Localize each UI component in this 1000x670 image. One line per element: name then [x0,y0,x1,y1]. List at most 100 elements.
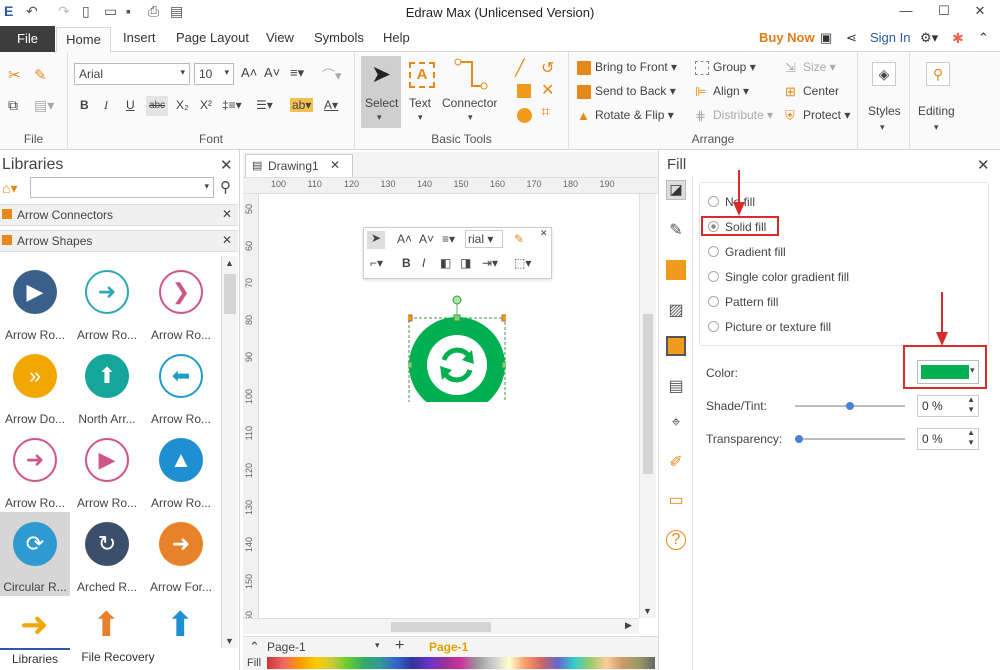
library-shape-item[interactable]: ⬅ Arrow Ro... [146,344,216,428]
styles-group[interactable]: ◈ Styles ▾ [858,52,910,150]
fill-icon[interactable]: ◪ [666,180,686,200]
tab-help[interactable]: Help [383,30,410,45]
libraries-bottom-tab[interactable]: Libraries [0,648,70,670]
size-button[interactable]: ⇲ Size ▾ [785,60,836,75]
library-search-input[interactable]: ▾ [30,177,214,198]
select-tool[interactable]: ➤ Select ▾ [361,56,401,128]
bullets-icon[interactable]: ☰▾ [256,98,273,112]
collapse-ribbon-icon[interactable]: ⌃ [978,30,989,46]
center-button[interactable]: ⊞ Center [785,84,839,99]
tab-view[interactable]: View [266,30,294,45]
buy-now-link[interactable]: Buy Now [759,30,815,45]
library-shape-item[interactable]: ➜ Arrow For... [146,512,216,596]
shade-tint-slider[interactable] [795,402,905,410]
cart-icon[interactable]: ▣ [820,30,832,46]
mini-grow-font-icon[interactable]: A˄ [397,232,412,246]
minimize-button[interactable]: — [888,0,924,24]
font-name-select[interactable]: Arial ▾ [74,63,190,85]
doc-tab[interactable]: ▤ Drawing1 ✕ [245,154,353,177]
picture-texture-fill-radio[interactable]: Picture or texture fill [708,320,831,334]
line-icon[interactable]: ✎ [666,220,686,240]
canvas-hscrollbar[interactable]: ▶ [243,618,639,634]
file-recovery-bottom-tab[interactable]: File Recovery [74,648,162,670]
scroll-down-icon[interactable]: ▼ [225,636,234,646]
mini-shrink-font-icon[interactable]: A˅ [419,232,434,246]
home-icon[interactable]: ⌂▾ [2,180,17,197]
shadow-icon[interactable] [666,260,686,280]
close-section-icon[interactable]: ✕ [222,233,232,247]
distribute-button[interactable]: ⋕ Distribute ▾ [695,108,773,123]
library-shape-partial-icon[interactable]: ➜ [20,605,49,645]
tab-symbols[interactable]: Symbols [314,30,364,45]
library-section-arrow-shapes[interactable]: Arrow Shapes ✕ [0,230,238,252]
library-shape-item[interactable]: » Arrow Do... [0,344,70,428]
line-spacing-icon[interactable]: ‡≡▾ [222,98,242,112]
close-libraries-icon[interactable]: ✕ [220,156,233,174]
subscript-icon[interactable]: X₂ [176,98,189,112]
tab-file[interactable]: File [0,26,55,52]
mini-format-painter-icon[interactable]: ✎ [514,232,524,246]
paste-icon[interactable]: ▤▾ [34,97,54,114]
transparency-slider-handle[interactable] [795,435,803,443]
close-fill-panel-icon[interactable]: ✕ [977,156,990,174]
format-painter-icon[interactable]: ✎ [34,66,47,84]
canvas-vscrollbar[interactable]: ▼ [639,194,656,618]
library-shape-item[interactable]: ➜ Arrow Ro... [72,260,142,344]
search-icon[interactable]: ⚲ [220,178,231,196]
align-button[interactable]: ⊫ Align ▾ [695,84,749,99]
mini-font-select[interactable]: rial ▾ [465,230,503,248]
collapse-icon[interactable]: ⌃ [249,639,260,655]
close-button[interactable]: ✕ [962,0,998,24]
library-shape-partial-icon[interactable]: ⬆ [166,605,195,645]
add-page-icon[interactable]: + [395,637,404,655]
scroll-thumb[interactable] [224,274,236,314]
mini-bold-icon[interactable]: B [402,256,411,270]
image-icon[interactable]: ▨ [666,300,686,320]
comment-icon[interactable]: ▭ [666,490,686,510]
clear-format-icon[interactable]: ⌒▾ [322,65,342,84]
note-icon[interactable]: ✐ [666,452,686,472]
library-shape-item[interactable]: ⟳ Circular R... [0,512,70,596]
page-icon[interactable]: ▤ [666,376,686,396]
mini-distribute-icon[interactable]: ⇥▾ [482,256,498,270]
pattern-fill-radio[interactable]: Pattern fill [708,295,778,309]
sign-in-link[interactable]: Sign In [870,30,910,45]
chevron-down-icon[interactable]: ▾ [375,640,380,651]
spinner-icon[interactable]: ▲ ▼ [967,395,975,415]
send-to-back-button[interactable]: Send to Back ▾ [577,84,676,99]
strikethrough-icon[interactable]: abc [146,96,168,116]
maximize-button[interactable]: ☐ [926,0,962,24]
ellipse-tool-icon[interactable] [517,108,532,123]
editing-group[interactable]: ⚲ Editing ▾ [910,52,966,150]
scroll-down-icon[interactable]: ▼ [643,606,652,616]
library-shape-item[interactable]: ❯ Arrow Ro... [146,260,216,344]
tab-home[interactable]: Home [56,27,111,53]
scroll-up-icon[interactable]: ▲ [225,258,234,268]
bold-icon[interactable]: B [80,98,89,112]
shrink-font-icon[interactable]: A˅ [264,65,280,80]
arc-tool-icon[interactable]: ↺ [541,58,554,78]
transparency-input[interactable]: 0 % ▲ ▼ [917,428,979,450]
spinner-icon[interactable]: ▲ ▼ [967,428,975,448]
rectangle-tool-icon[interactable] [517,84,531,98]
italic-icon[interactable]: I [104,98,108,113]
transparency-slider[interactable] [795,435,905,443]
cut-icon[interactable]: ✂ [8,66,21,84]
library-shape-item[interactable]: ↻ Arched R... [72,512,142,596]
grow-font-icon[interactable]: A˄ [241,65,257,80]
crop-tool-icon[interactable]: ⌗ [541,104,550,122]
help-icon[interactable]: ? [666,530,686,550]
page-tab-active[interactable]: Page-1 [429,640,468,654]
map-pin-icon[interactable]: ⌖ [666,414,686,434]
library-shape-item[interactable]: ▲ Arrow Ro... [146,428,216,512]
mini-front-icon[interactable]: ◧ [440,256,451,270]
tab-page-layout[interactable]: Page Layout [176,30,249,45]
scroll-thumb[interactable] [643,314,653,474]
mini-italic-icon[interactable]: I [422,256,425,270]
cross-tool-icon[interactable]: ✕ [541,80,554,100]
page-select-label[interactable]: Page-1 [267,640,306,654]
highlight-icon[interactable]: ab▾ [290,98,314,112]
protect-button[interactable]: ⛨ Protect ▾ [785,108,850,123]
share-icon[interactable]: ⋖ [846,30,857,46]
scroll-right-icon[interactable]: ▶ [625,620,632,631]
